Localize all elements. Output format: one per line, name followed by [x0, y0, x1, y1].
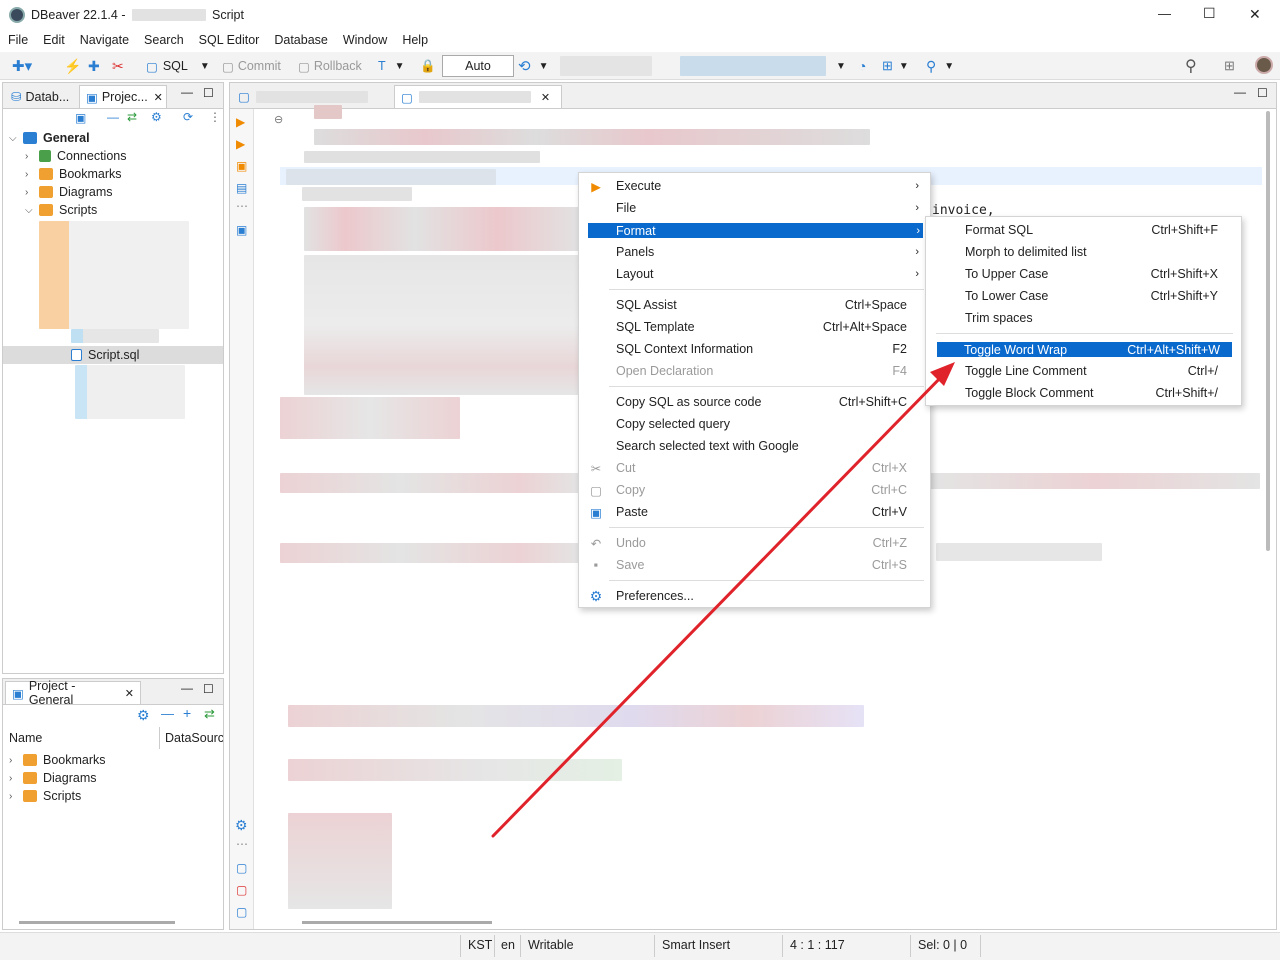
- status-writable: Writable: [528, 938, 574, 952]
- status-locale: en: [501, 938, 515, 952]
- status-insert-mode: Smart Insert: [662, 938, 731, 952]
- arrow-head-icon: [930, 362, 955, 386]
- status-timezone: KST: [468, 938, 493, 952]
- status-bar: KST en Writable Smart Insert 4 : 1 : 117…: [0, 932, 1280, 960]
- annotation-arrow: [491, 362, 955, 838]
- status-cursor-position: 4 : 1 : 117: [790, 938, 845, 952]
- status-selection: Sel: 0 | 0: [918, 938, 968, 952]
- arrow-shaft: [491, 370, 948, 838]
